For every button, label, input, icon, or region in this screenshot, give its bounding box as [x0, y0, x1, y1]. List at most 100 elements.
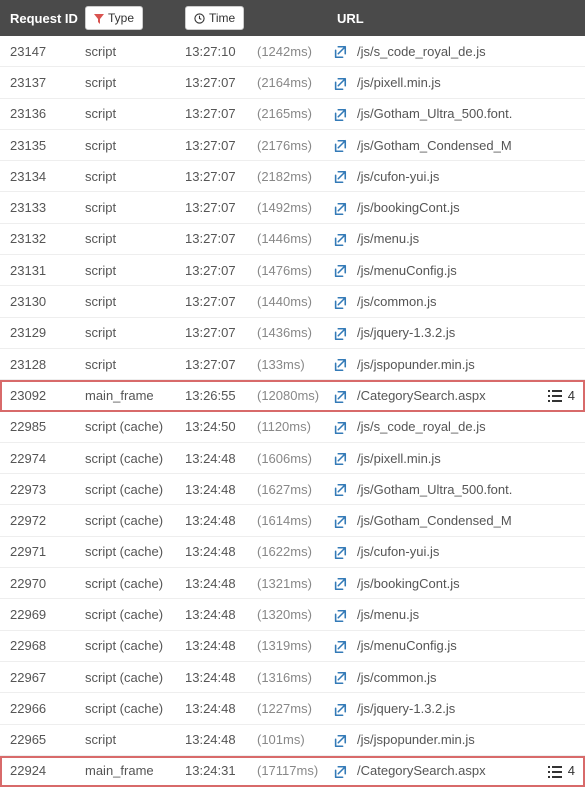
table-row[interactable]: 22971script (cache)13:24:48(1622ms)/js/c… — [0, 537, 585, 568]
list-icon[interactable] — [548, 763, 562, 778]
table-row[interactable]: 23092main_frame13:26:55(12080ms)/Categor… — [0, 380, 585, 411]
table-row[interactable]: 23130script13:27:07(1440ms)/js/common.js — [0, 286, 585, 317]
cell-request-id: 22965 — [0, 732, 85, 747]
external-link-icon[interactable] — [333, 43, 357, 59]
cell-type: script — [85, 263, 185, 278]
header-request-id: Request ID — [0, 11, 85, 26]
type-filter-label: Type — [108, 11, 134, 25]
external-link-icon[interactable] — [333, 325, 357, 341]
table-row[interactable]: 22967script (cache)13:24:48(1316ms)/js/c… — [0, 662, 585, 693]
cell-duration: (1492ms) — [257, 200, 333, 215]
cell-time: 13:27:07 — [185, 325, 257, 340]
external-link-icon[interactable] — [333, 544, 357, 560]
cell-url: /js/jspopunder.min.js — [357, 357, 545, 372]
table-row[interactable]: 22966script (cache)13:24:48(1227ms)/js/j… — [0, 693, 585, 724]
table-row[interactable]: 22924main_frame13:24:31(17117ms)/Categor… — [0, 756, 585, 787]
table-row[interactable]: 23137script13:27:07(2164ms)/js/pixell.mi… — [0, 67, 585, 98]
table-row[interactable]: 22985script (cache)13:24:50(1120ms)/js/s… — [0, 412, 585, 443]
external-link-icon[interactable] — [333, 638, 357, 654]
external-link-icon[interactable] — [333, 137, 357, 153]
external-link-icon[interactable] — [333, 231, 357, 247]
cell-url: /js/menuConfig.js — [357, 263, 545, 278]
cell-url: /js/Gotham_Condensed_M — [357, 513, 545, 528]
table-row[interactable]: 23131script13:27:07(1476ms)/js/menuConfi… — [0, 255, 585, 286]
cell-request-id: 23136 — [0, 106, 85, 121]
external-link-icon[interactable] — [333, 74, 357, 90]
external-link-icon[interactable] — [333, 512, 357, 528]
external-link-icon[interactable] — [333, 419, 357, 435]
table-row[interactable]: 22968script (cache)13:24:48(1319ms)/js/m… — [0, 631, 585, 662]
external-link-icon[interactable] — [333, 669, 357, 685]
external-link-icon[interactable] — [333, 387, 357, 403]
cell-duration: (1242ms) — [257, 44, 333, 59]
cell-request-id: 22985 — [0, 419, 85, 434]
cell-type: script — [85, 75, 185, 90]
table-row[interactable]: 23129script13:27:07(1436ms)/js/jquery-1.… — [0, 318, 585, 349]
cell-time: 13:27:07 — [185, 231, 257, 246]
table-row[interactable]: 23134script13:27:07(2182ms)/js/cufon-yui… — [0, 161, 585, 192]
cell-type: script (cache) — [85, 576, 185, 591]
cell-request-id: 22973 — [0, 482, 85, 497]
cell-url: /js/bookingCont.js — [357, 200, 545, 215]
cell-request-id: 23134 — [0, 169, 85, 184]
table-header: Request ID Type Time URL — [0, 0, 585, 36]
external-link-icon[interactable] — [333, 575, 357, 591]
cell-url: /js/cufon-yui.js — [357, 544, 545, 559]
cell-duration: (2182ms) — [257, 169, 333, 184]
cell-type: script — [85, 325, 185, 340]
external-link-icon[interactable] — [333, 293, 357, 309]
cell-type: script — [85, 732, 185, 747]
external-link-icon[interactable] — [333, 356, 357, 372]
cell-duration: (1614ms) — [257, 513, 333, 528]
table-row[interactable]: 22969script (cache)13:24:48(1320ms)/js/m… — [0, 599, 585, 630]
table-row[interactable]: 23147script13:27:10(1242ms)/js/s_code_ro… — [0, 36, 585, 67]
table-row[interactable]: 23136script13:27:07(2165ms)/js/Gotham_Ul… — [0, 99, 585, 130]
cell-request-id: 23133 — [0, 200, 85, 215]
cell-type: script — [85, 44, 185, 59]
cell-type: script (cache) — [85, 607, 185, 622]
cell-url: /CategorySearch.aspx — [357, 763, 545, 778]
table-row[interactable]: 23128script13:27:07(133ms)/js/jspopunder… — [0, 349, 585, 380]
external-link-icon[interactable] — [333, 199, 357, 215]
external-link-icon[interactable] — [333, 481, 357, 497]
table-row[interactable]: 22965script13:24:48(101ms)/js/jspopunder… — [0, 725, 585, 756]
cell-duration: (1622ms) — [257, 544, 333, 559]
table-row[interactable]: 23135script13:27:07(2176ms)/js/Gotham_Co… — [0, 130, 585, 161]
cell-type: script — [85, 138, 185, 153]
table-row[interactable]: 22970script (cache)13:24:48(1321ms)/js/b… — [0, 568, 585, 599]
cell-time: 13:24:48 — [185, 513, 257, 528]
external-link-icon[interactable] — [333, 450, 357, 466]
table-row[interactable]: 23132script13:27:07(1446ms)/js/menu.js — [0, 224, 585, 255]
table-row[interactable]: 22974script (cache)13:24:48(1606ms)/js/p… — [0, 443, 585, 474]
cell-type: script (cache) — [85, 513, 185, 528]
cell-duration: (1320ms) — [257, 607, 333, 622]
table-row[interactable]: 22973script (cache)13:24:48(1627ms)/js/G… — [0, 474, 585, 505]
cell-type: script (cache) — [85, 419, 185, 434]
clock-icon — [194, 11, 205, 25]
time-filter-button[interactable]: Time — [185, 6, 244, 30]
cell-time: 13:27:07 — [185, 75, 257, 90]
cell-request-id: 23128 — [0, 357, 85, 372]
cell-url: /CategorySearch.aspx — [357, 388, 545, 403]
external-link-icon[interactable] — [333, 106, 357, 122]
cell-duration: (1321ms) — [257, 576, 333, 591]
cell-time: 13:24:48 — [185, 451, 257, 466]
external-link-icon[interactable] — [333, 700, 357, 716]
table-body: 23147script13:27:10(1242ms)/js/s_code_ro… — [0, 36, 585, 787]
cell-url: /js/cufon-yui.js — [357, 169, 545, 184]
cell-type: script — [85, 169, 185, 184]
external-link-icon[interactable] — [333, 763, 357, 779]
cell-duration: (1316ms) — [257, 670, 333, 685]
list-icon[interactable] — [548, 388, 562, 403]
cell-time: 13:27:07 — [185, 294, 257, 309]
external-link-icon[interactable] — [333, 732, 357, 748]
type-filter-button[interactable]: Type — [85, 6, 143, 30]
table-row[interactable]: 22972script (cache)13:24:48(1614ms)/js/G… — [0, 505, 585, 536]
table-row[interactable]: 23133script13:27:07(1492ms)/js/bookingCo… — [0, 192, 585, 223]
external-link-icon[interactable] — [333, 168, 357, 184]
external-link-icon[interactable] — [333, 606, 357, 622]
cell-duration: (1436ms) — [257, 325, 333, 340]
time-filter-label: Time — [209, 11, 235, 25]
cell-duration: (1120ms) — [257, 419, 333, 434]
external-link-icon[interactable] — [333, 262, 357, 278]
